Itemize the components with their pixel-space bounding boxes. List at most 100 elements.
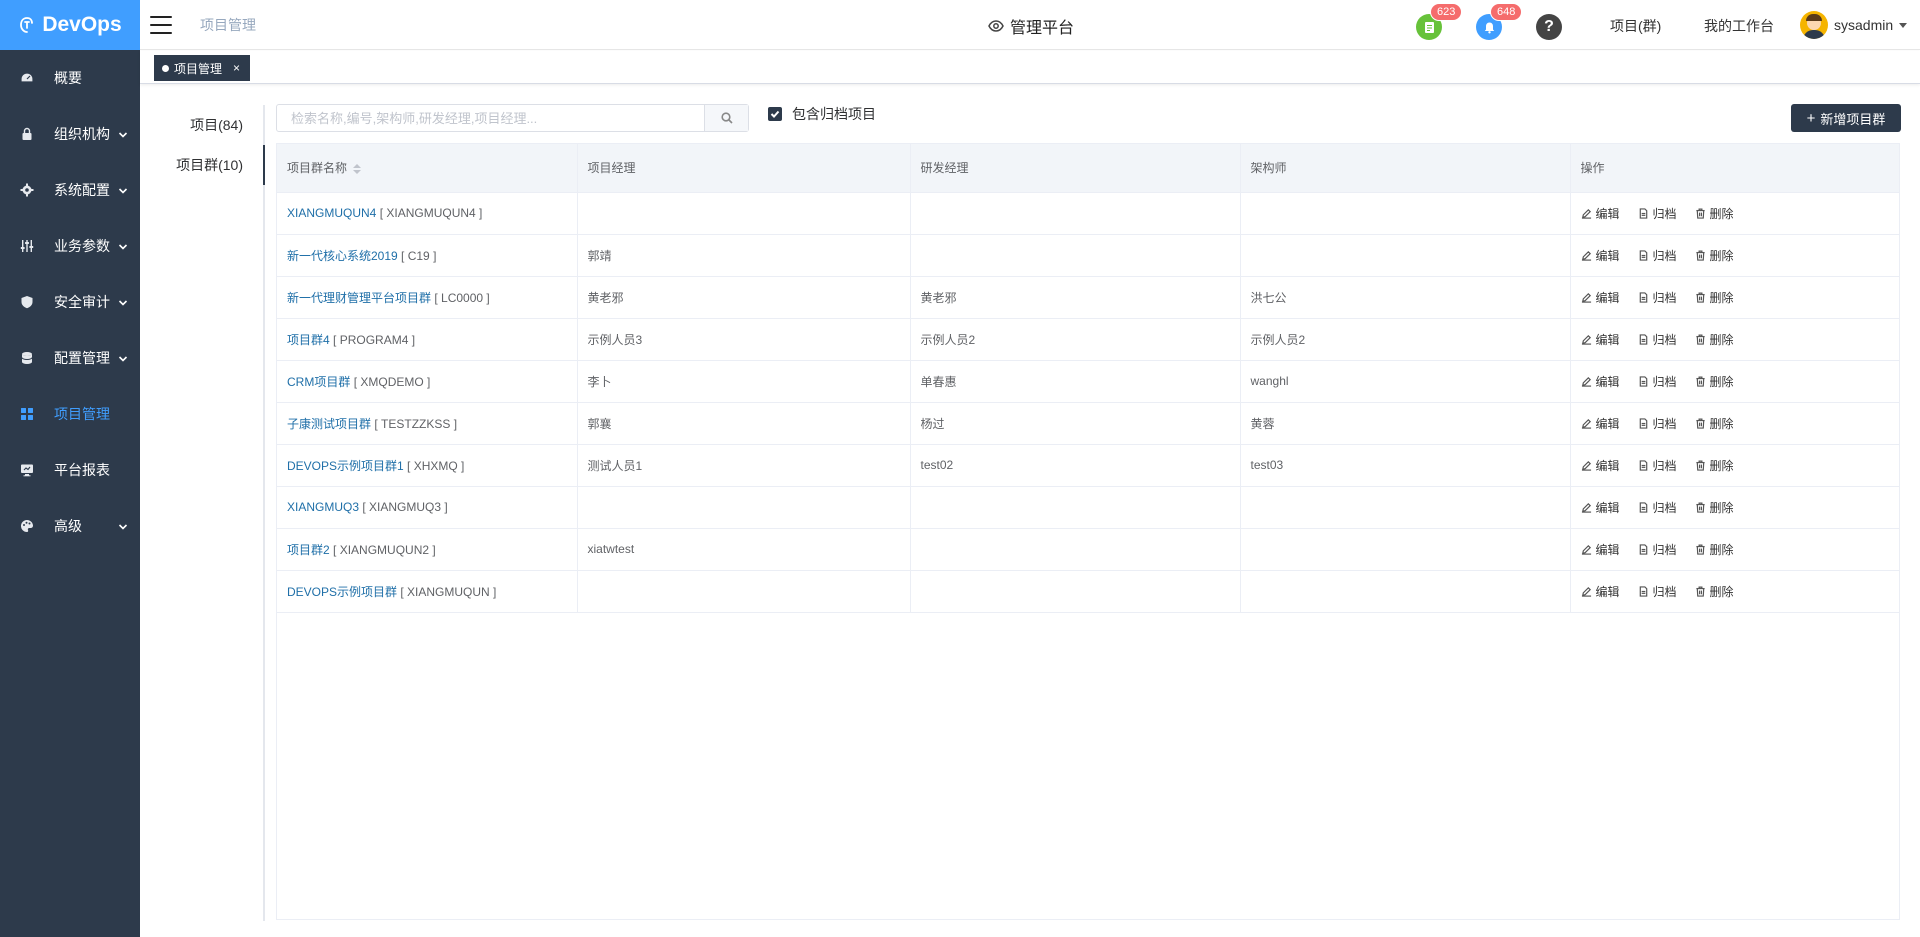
chevron-down-icon [118, 183, 128, 194]
notification-button[interactable]: 648 [1476, 3, 1523, 40]
cell-actions: 编辑 归档 删除 [1570, 444, 1900, 487]
archive-button[interactable]: 归档 [1638, 247, 1677, 264]
sidebar-item-7[interactable]: 平台报表 [0, 442, 140, 498]
delete-icon [1695, 208, 1705, 219]
archive-button[interactable]: 归档 [1638, 583, 1677, 600]
group-code: [ XHXMQ ] [407, 458, 465, 473]
archive-button[interactable]: 归档 [1638, 499, 1677, 516]
cell-group-name: 子康测试项目群 [ TESTZZKSS ] [277, 402, 578, 445]
sidebar-item-label: 平台报表 [54, 462, 110, 478]
delete-button[interactable]: 删除 [1695, 205, 1734, 222]
archive-button[interactable]: 归档 [1638, 415, 1677, 432]
edit-button[interactable]: 编辑 [1581, 583, 1620, 600]
add-project-group-button[interactable]: + 新增项目群 [1791, 104, 1901, 132]
archive-button[interactable]: 归档 [1638, 541, 1677, 558]
cell-project-manager: 测试人员1 [577, 444, 911, 487]
table-row: 子康测试项目群 [ TESTZZKSS ] 郭襄 杨过 黄蓉 编辑 归档 删除 [277, 402, 1899, 445]
logo-text: DevOps [42, 13, 122, 36]
edit-button[interactable]: 编辑 [1581, 331, 1620, 348]
archive-icon [1639, 207, 1647, 219]
cell-project-manager: 郭靖 [577, 234, 911, 277]
group-name-link[interactable]: 项目群4 [287, 333, 330, 347]
todo-button[interactable]: 623 [1416, 3, 1463, 40]
delete-button[interactable]: 删除 [1695, 289, 1734, 306]
question-icon: ? [1544, 18, 1554, 35]
tab-project-groups[interactable]: 项目群(10) [175, 145, 265, 185]
row-actions: 编辑 归档 删除 [1581, 247, 1900, 264]
edit-button[interactable]: 编辑 [1581, 457, 1620, 474]
delete-button[interactable]: 删除 [1695, 247, 1734, 264]
grid-icon [20, 407, 34, 421]
sort-icon[interactable] [353, 164, 362, 175]
archive-button[interactable]: 归档 [1638, 289, 1677, 306]
edit-button[interactable]: 编辑 [1581, 541, 1620, 558]
top-header: 项目管理 管理平台 623 648 ? 项目(群) 我的工作台 sysadmin [140, 0, 1920, 50]
delete-button[interactable]: 删除 [1695, 583, 1734, 600]
sidebar-item-5[interactable]: 配置管理 [0, 330, 140, 386]
delete-button[interactable]: 删除 [1695, 499, 1734, 516]
archive-button[interactable]: 归档 [1638, 205, 1677, 222]
group-name-link[interactable]: 项目群2 [287, 543, 330, 557]
breadcrumb[interactable]: 项目管理 [200, 15, 256, 35]
tab-projects[interactable]: 项目(84) [175, 105, 263, 145]
sidebar-item-3[interactable]: 业务参数 [0, 218, 140, 274]
workbench-link[interactable]: 我的工作台 [1704, 16, 1774, 36]
delete-button[interactable]: 删除 [1695, 541, 1734, 558]
menu-toggle-icon[interactable] [150, 15, 172, 34]
archive-button[interactable]: 归档 [1638, 373, 1677, 390]
delete-button[interactable]: 删除 [1695, 415, 1734, 432]
archive-button[interactable]: 归档 [1638, 331, 1677, 348]
group-name-link[interactable]: DEVOPS示例项目群1 [287, 459, 404, 473]
group-name-link[interactable]: DEVOPS示例项目群 [287, 585, 397, 599]
group-name-link[interactable]: XIANGMUQUN4 [287, 206, 376, 220]
archive-button[interactable]: 归档 [1638, 457, 1677, 474]
edit-button[interactable]: 编辑 [1581, 205, 1620, 222]
cell-rd-manager: test02 [910, 444, 1241, 487]
delete-button[interactable]: 删除 [1695, 373, 1734, 390]
logo[interactable]: DevOps [0, 0, 140, 50]
sidebar-item-1[interactable]: 组织机构 [0, 106, 140, 162]
group-name-link[interactable]: CRM项目群 [287, 375, 350, 389]
cell-actions: 编辑 归档 删除 [1570, 192, 1899, 235]
project-group-link[interactable]: 项目(群) [1610, 16, 1661, 36]
lock-icon [20, 127, 34, 141]
sidebar-item-8[interactable]: 高级 [0, 498, 140, 554]
cell-group-name: 项目群4 [ PROGRAM4 ] [277, 318, 578, 361]
group-name-link[interactable]: 子康测试项目群 [287, 417, 371, 431]
edit-button[interactable]: 编辑 [1581, 247, 1620, 264]
sidebar-item-0[interactable]: 概要 [0, 50, 140, 106]
edit-button[interactable]: 编辑 [1581, 415, 1620, 432]
project-group-table: 项目群名称 项目经理 研发经理 架构师 操作 XIANGMUQUN4 [ XIA… [276, 143, 1900, 920]
edit-button[interactable]: 编辑 [1581, 499, 1620, 516]
close-icon[interactable]: × [233, 61, 240, 75]
help-button[interactable]: ? [1536, 14, 1562, 40]
dashboard-icon [20, 71, 34, 85]
row-actions: 编辑 归档 删除 [1581, 457, 1900, 474]
row-actions: 编辑 归档 删除 [1581, 541, 1900, 558]
sidebar-item-6[interactable]: 项目管理 [0, 386, 140, 442]
group-code: [ XMQDEMO ] [353, 374, 431, 389]
sidebar-item-4[interactable]: 安全审计 [0, 274, 140, 330]
cell-rd-manager [910, 528, 1241, 571]
group-name-link[interactable]: 新一代理财管理平台项目群 [287, 291, 431, 305]
group-name-link[interactable]: XIANGMUQ3 [287, 500, 359, 514]
edit-button[interactable]: 编辑 [1581, 373, 1620, 390]
delete-icon [1695, 334, 1705, 345]
column-header-name[interactable]: 项目群名称 [277, 144, 578, 193]
group-name-link[interactable]: 新一代核心系统2019 [287, 249, 398, 263]
archive-icon [1639, 291, 1647, 303]
sidebar-item-2[interactable]: 系统配置 [0, 162, 140, 218]
tag-project-management[interactable]: 项目管理 × [154, 55, 251, 81]
delete-button[interactable]: 删除 [1695, 457, 1734, 474]
edit-icon [1581, 250, 1591, 261]
user-menu[interactable]: sysadmin [1800, 11, 1908, 39]
edit-button[interactable]: 编辑 [1581, 289, 1620, 306]
edit-icon [1581, 334, 1591, 345]
delete-icon [1695, 586, 1705, 597]
search-button[interactable] [704, 105, 748, 131]
search-input[interactable] [277, 105, 704, 131]
delete-button[interactable]: 删除 [1695, 331, 1734, 348]
include-archived-checkbox[interactable]: 包含归档项目 [768, 104, 876, 124]
sliders-icon [20, 239, 34, 253]
devops-logo-icon [18, 16, 36, 34]
